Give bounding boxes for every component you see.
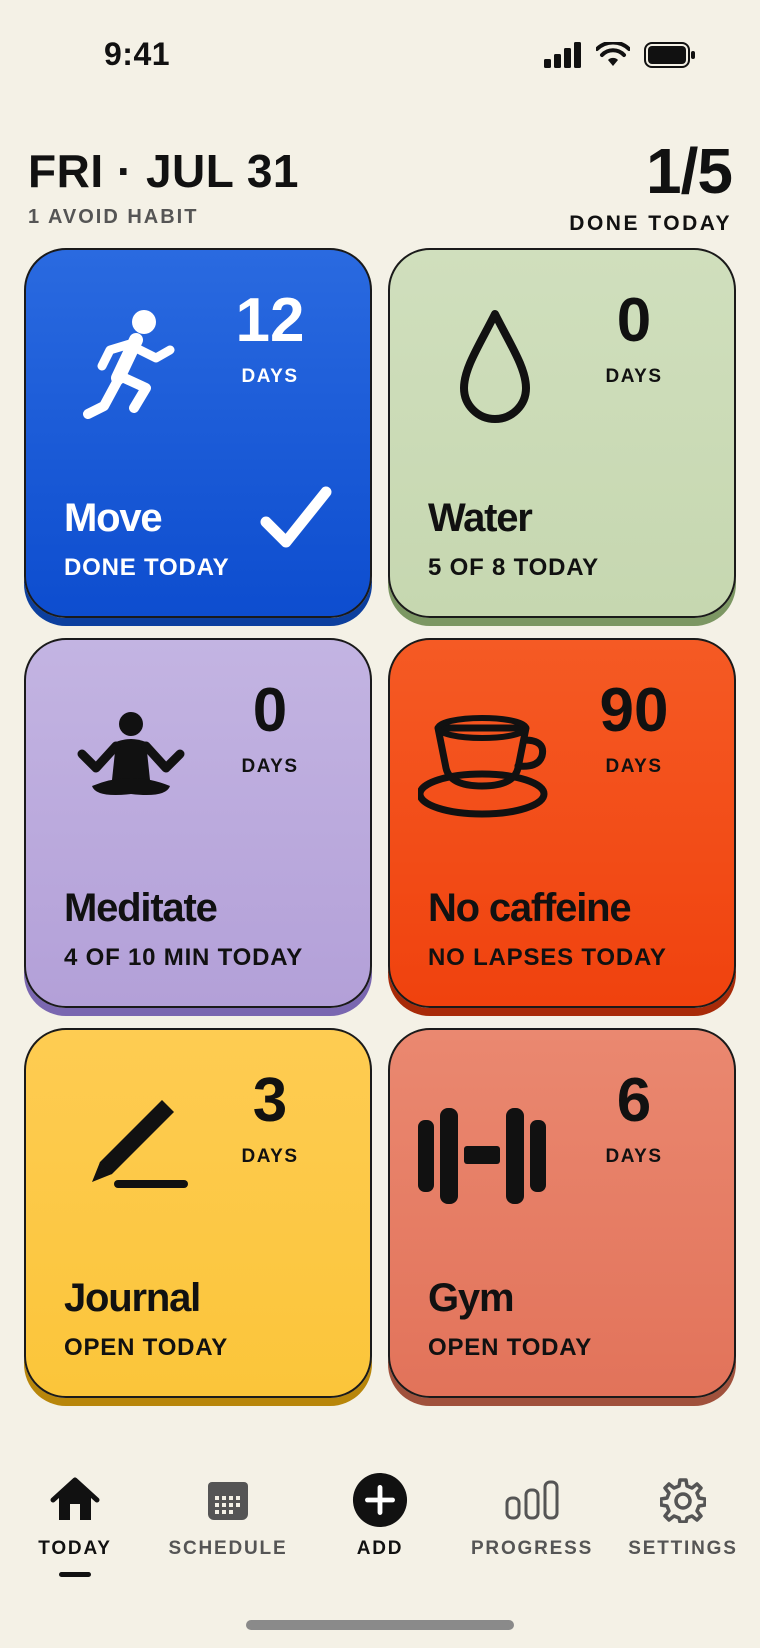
status-icons xyxy=(544,42,696,68)
habit-card-meditate[interactable]: 0 DAYS Meditate 4 OF 10 MIN TODAY xyxy=(24,638,372,1008)
daily-progress: 1/5 xyxy=(646,135,733,207)
habit-status: NO LAPSES TODAY xyxy=(428,944,667,971)
page-title: FRI · JUL 31 xyxy=(28,145,299,197)
tab-schedule[interactable]: SCHEDULE xyxy=(158,1472,298,1582)
tab-settings[interactable]: SETTINGS xyxy=(613,1472,753,1582)
water-drop-icon xyxy=(460,310,530,423)
habit-title: Move xyxy=(64,496,163,540)
signal-icon xyxy=(544,42,581,68)
header: FRI · JUL 31 1 AVOID HABIT 1/5 DONE TODA… xyxy=(28,135,733,240)
habit-title: Gym xyxy=(428,1276,515,1320)
habit-title: No caffeine xyxy=(428,886,632,930)
calendar-icon xyxy=(208,1482,248,1520)
habit-status: DONE TODAY xyxy=(64,554,230,581)
active-tab-indicator xyxy=(59,1572,91,1577)
streak-count: 6 xyxy=(616,1066,652,1135)
daily-progress-label: DONE TODAY xyxy=(569,212,732,235)
streak-count: 0 xyxy=(616,286,652,355)
streak-unit: DAYS xyxy=(241,756,299,777)
habit-card-gym[interactable]: 6 DAYS Gym OPEN TODAY xyxy=(388,1028,736,1398)
streak-count: 0 xyxy=(252,676,288,745)
tab-label: PROGRESS xyxy=(470,1538,594,1559)
habit-title: Meditate xyxy=(64,886,218,930)
habit-status: 5 OF 8 TODAY xyxy=(428,554,599,581)
running-person-icon xyxy=(83,310,175,419)
tab-label: SETTINGS xyxy=(628,1538,738,1559)
streak-unit: DAYS xyxy=(241,1146,299,1167)
status-bar: 9:41 xyxy=(0,0,760,110)
habit-status: OPEN TODAY xyxy=(428,1334,593,1361)
dumbbell-icon xyxy=(418,1108,546,1204)
tab-label: TODAY xyxy=(38,1538,112,1559)
gear-icon xyxy=(660,1478,706,1523)
wifi-icon xyxy=(596,42,630,66)
streak-unit: DAYS xyxy=(605,366,663,387)
habit-card-move[interactable]: 12 DAYS Move DONE TODAY xyxy=(24,248,372,618)
battery-icon xyxy=(644,42,695,68)
habit-card-no-caffeine[interactable]: 90 DAYS No caffeine NO LAPSES TODAY xyxy=(388,638,736,1008)
plus-circle-icon xyxy=(352,1472,408,1528)
habit-title: Journal xyxy=(64,1276,201,1320)
home-icon xyxy=(50,1477,100,1520)
meditation-icon xyxy=(77,712,185,795)
tab-bar: TODAY SCHEDULE ADD PROGRESS SETTINGS xyxy=(0,1472,760,1582)
tab-add[interactable]: ADD xyxy=(310,1472,450,1582)
home-indicator xyxy=(246,1620,514,1630)
tab-progress[interactable]: PROGRESS xyxy=(462,1472,602,1582)
streak-count: 90 xyxy=(599,676,669,745)
tab-today[interactable]: TODAY xyxy=(5,1472,145,1582)
checkmark-icon xyxy=(260,486,332,548)
habit-status: OPEN TODAY xyxy=(64,1334,229,1361)
tab-label: SCHEDULE xyxy=(168,1538,288,1559)
habit-card-water[interactable]: 0 DAYS Water 5 OF 8 TODAY xyxy=(388,248,736,618)
habit-card-journal[interactable]: 3 DAYS Journal OPEN TODAY xyxy=(24,1028,372,1398)
coffee-cup-icon xyxy=(418,715,548,818)
streak-count: 12 xyxy=(235,286,305,355)
bar-chart-icon xyxy=(505,1480,559,1520)
pencil-icon xyxy=(92,1100,188,1188)
avoid-habit-count: 1 AVOID HABIT xyxy=(28,206,199,228)
status-time: 9:41 xyxy=(104,36,171,72)
habit-title: Water xyxy=(428,496,533,540)
streak-unit: DAYS xyxy=(241,366,299,387)
streak-unit: DAYS xyxy=(605,756,663,777)
streak-unit: DAYS xyxy=(605,1146,663,1167)
habit-status: 4 OF 10 MIN TODAY xyxy=(64,944,303,971)
streak-count: 3 xyxy=(252,1066,288,1135)
tab-label: ADD xyxy=(356,1538,404,1559)
